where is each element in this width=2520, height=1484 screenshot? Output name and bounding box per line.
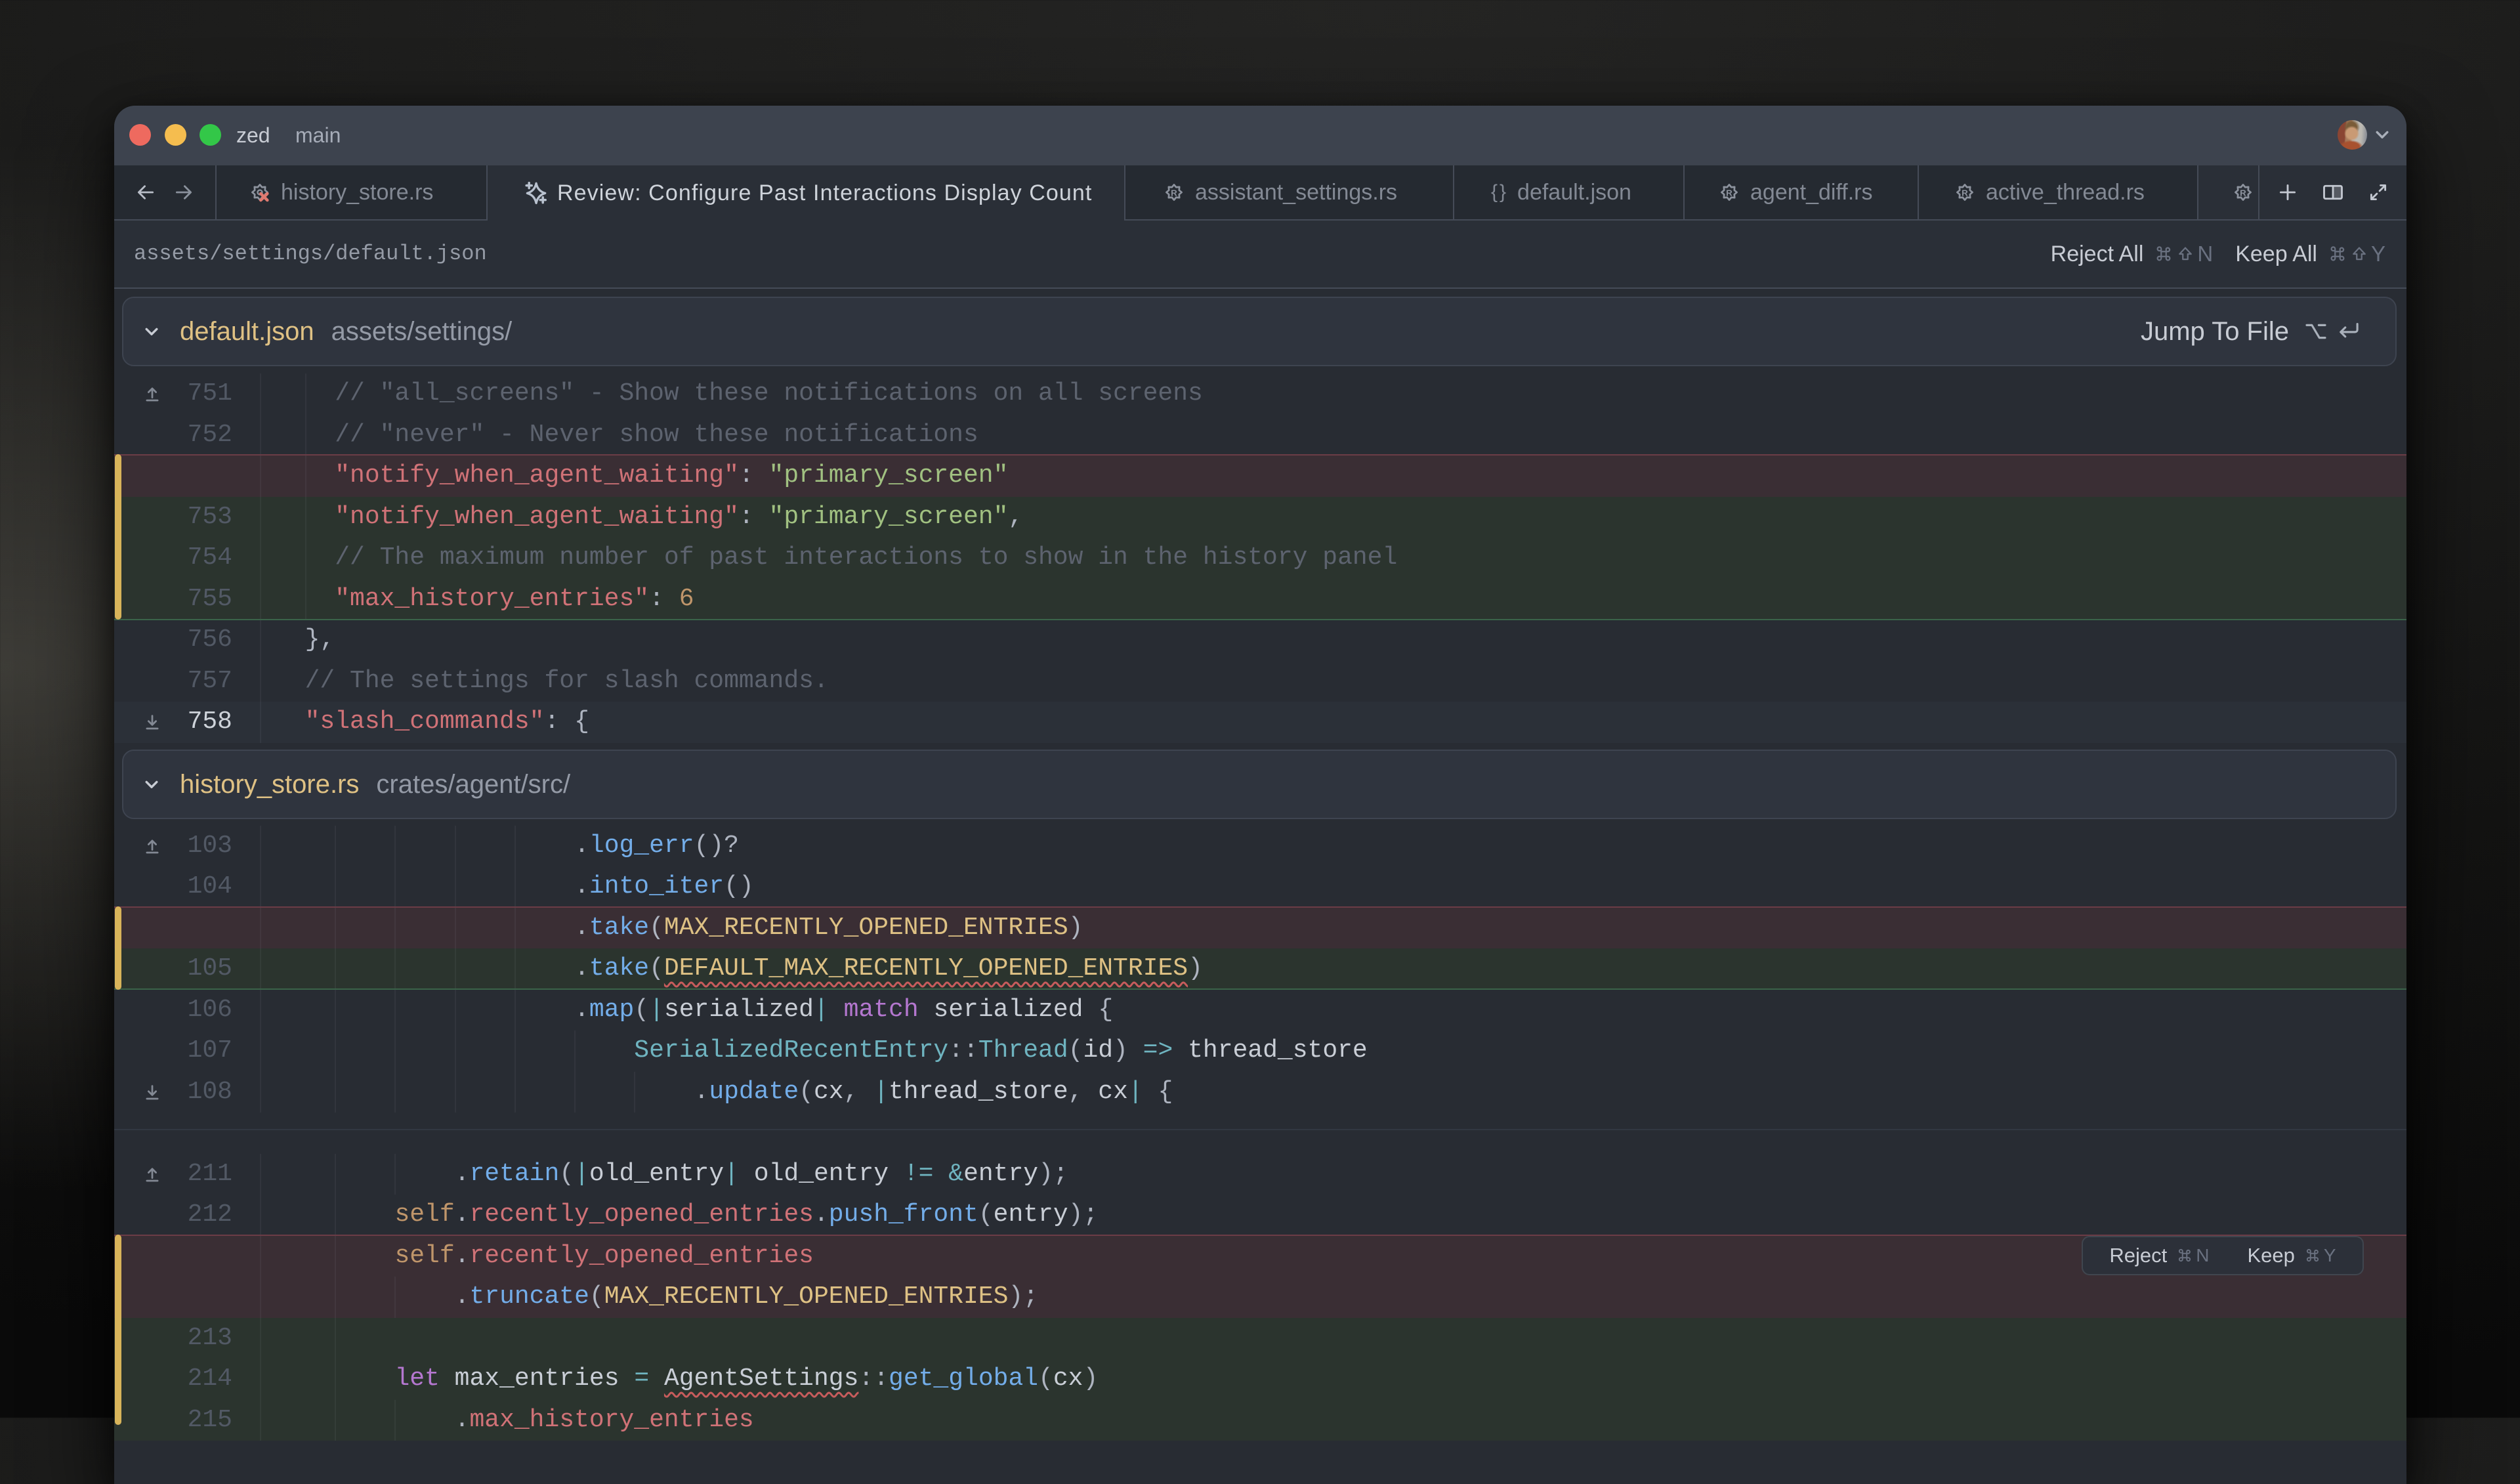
svg-text:R: R — [1171, 188, 1177, 198]
svg-text:R: R — [1962, 188, 1968, 198]
svg-text:R: R — [2240, 188, 2246, 198]
svg-text:R: R — [1726, 188, 1732, 198]
